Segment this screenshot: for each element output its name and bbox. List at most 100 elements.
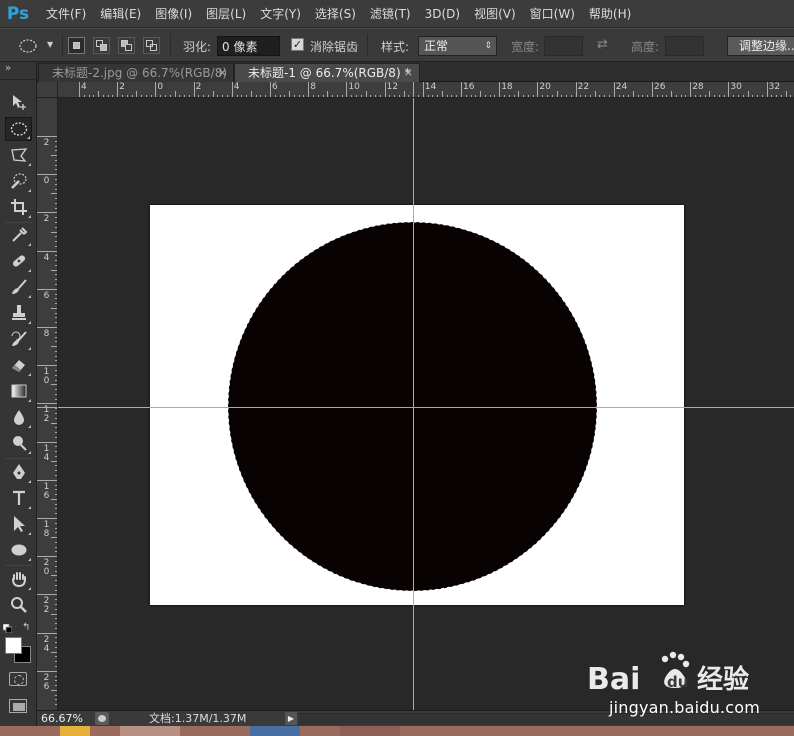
brush-tool[interactable] bbox=[5, 275, 32, 299]
menu-window[interactable]: 窗口(W) bbox=[523, 0, 582, 28]
horizontal-scrollbar[interactable] bbox=[299, 713, 794, 725]
menu-view[interactable]: 视图(V) bbox=[467, 0, 523, 28]
ruler-label: 12 bbox=[43, 405, 50, 425]
ruler-minor-tick bbox=[51, 651, 57, 653]
foreground-color-swatch[interactable] bbox=[5, 637, 22, 654]
menu-help[interactable]: 帮助(H) bbox=[582, 0, 638, 28]
path-selection-tool[interactable] bbox=[5, 512, 32, 536]
quick-mask-icon[interactable] bbox=[9, 672, 27, 686]
ruler-tick bbox=[37, 212, 57, 214]
style-select[interactable]: 正常 ⇕ bbox=[418, 36, 497, 56]
canvas-workspace[interactable] bbox=[58, 98, 794, 710]
tools-divider bbox=[5, 565, 32, 566]
taskbar-item[interactable] bbox=[340, 726, 400, 736]
options-bar: ▼ 羽化: ✓ 消除锯齿 样式: 正常 ⇕ 宽度: ⇄ 高度: 调整边缘... bbox=[0, 28, 794, 62]
zoom-tool[interactable] bbox=[5, 593, 32, 617]
swap-dimensions-icon[interactable]: ⇄ bbox=[597, 37, 608, 52]
options-divider bbox=[367, 34, 368, 56]
style-label: 样式: bbox=[381, 40, 410, 54]
screen-mode-icon[interactable] bbox=[9, 699, 27, 713]
close-icon[interactable]: × bbox=[218, 64, 227, 82]
ruler-minor-tick bbox=[98, 91, 100, 97]
ruler-tick bbox=[37, 441, 57, 443]
width-input[interactable] bbox=[544, 36, 583, 56]
ruler-tick bbox=[37, 174, 57, 176]
ruler-label: 12 bbox=[386, 82, 399, 92]
menu-file[interactable]: 文件(F) bbox=[36, 0, 93, 28]
clone-stamp-tool[interactable] bbox=[5, 301, 32, 325]
ruler-label: 16 bbox=[463, 82, 475, 92]
ruler-tick bbox=[690, 82, 692, 97]
antialias-checkbox[interactable]: ✓ bbox=[291, 38, 304, 51]
tool-flyout-indicator bbox=[28, 269, 31, 272]
height-input[interactable] bbox=[665, 36, 704, 56]
vertical-ruler[interactable]: 202468101214161820222426 bbox=[37, 98, 58, 710]
status-menu-arrow-icon[interactable]: ▶ bbox=[285, 712, 297, 725]
zoom-level-field[interactable]: 66.67% bbox=[41, 712, 89, 726]
ruler-label: 0 bbox=[43, 176, 50, 187]
healing-brush-tool[interactable] bbox=[5, 249, 32, 273]
ruler-minor-tick bbox=[51, 460, 57, 462]
ruler-minor-tick bbox=[289, 91, 291, 97]
lasso-tool[interactable] bbox=[5, 143, 32, 167]
ruler-tick bbox=[652, 82, 653, 97]
menu-3d[interactable]: 3D(D) bbox=[418, 0, 467, 28]
swap-colors-icon[interactable]: ↰ bbox=[22, 622, 30, 633]
menu-type[interactable]: 文字(Y) bbox=[253, 0, 308, 28]
tool-flyout-indicator bbox=[28, 189, 31, 192]
pen-tool[interactable] bbox=[5, 460, 32, 484]
subtract-from-selection-button[interactable] bbox=[118, 37, 135, 54]
vertical-guide[interactable] bbox=[413, 98, 414, 710]
crop-tool[interactable] bbox=[5, 195, 32, 219]
ruler-tick bbox=[499, 82, 501, 97]
taskbar-item[interactable] bbox=[120, 726, 180, 736]
height-label: 高度: bbox=[631, 40, 660, 54]
taskbar-item[interactable] bbox=[250, 726, 300, 736]
quick-selection-tool[interactable] bbox=[5, 169, 32, 193]
ruler-tick bbox=[37, 632, 57, 634]
dodge-tool[interactable] bbox=[5, 431, 32, 455]
elliptical-marquee-tool[interactable] bbox=[5, 117, 32, 141]
tab-untitled-2[interactable]: 未标题-2.jpg @ 66.7%(RGB/8) × bbox=[38, 63, 234, 82]
close-icon[interactable]: × bbox=[404, 64, 413, 82]
doc-info-icon[interactable] bbox=[95, 712, 109, 725]
horizontal-guide[interactable] bbox=[58, 407, 794, 408]
taskbar-item[interactable] bbox=[60, 726, 90, 736]
menu-image[interactable]: 图像(I) bbox=[148, 0, 199, 28]
menu-layer[interactable]: 图层(L) bbox=[199, 0, 253, 28]
move-tool[interactable] bbox=[5, 90, 32, 114]
feather-label: 羽化: bbox=[183, 40, 212, 54]
ruler-minor-tick bbox=[556, 91, 558, 97]
menu-edit[interactable]: 编辑(E) bbox=[93, 0, 148, 28]
hand-tool[interactable] bbox=[5, 567, 32, 591]
tool-flyout-indicator bbox=[28, 163, 31, 166]
horizontal-ruler[interactable]: 4 2 0 2 4 6 8 10 12 14 16 18 20 22 24 26 28 30 32 bbox=[58, 82, 794, 98]
add-to-selection-button[interactable] bbox=[93, 37, 110, 54]
blur-tool[interactable] bbox=[5, 405, 32, 429]
intersect-selection-button[interactable] bbox=[143, 37, 160, 54]
feather-input[interactable] bbox=[217, 36, 280, 56]
new-selection-button[interactable] bbox=[68, 37, 85, 54]
ruler-tick bbox=[766, 82, 768, 97]
menu-filter[interactable]: 滤镜(T) bbox=[363, 0, 418, 28]
ruler-minor-tick bbox=[51, 231, 57, 233]
antialias-label: 消除锯齿 bbox=[310, 40, 359, 54]
type-tool[interactable] bbox=[5, 486, 32, 510]
refine-edge-button[interactable]: 调整边缘... bbox=[727, 36, 794, 56]
os-taskbar bbox=[0, 726, 794, 736]
eraser-tool[interactable] bbox=[5, 353, 32, 377]
ruler-origin[interactable] bbox=[37, 82, 58, 98]
ellipse-shape-tool[interactable] bbox=[5, 538, 32, 562]
blur-icon bbox=[13, 410, 24, 425]
history-brush-tool[interactable] bbox=[5, 327, 32, 351]
gradient-tool[interactable] bbox=[5, 379, 32, 403]
ruler-minor-tick bbox=[709, 91, 711, 97]
tools-panel-header: » bbox=[0, 62, 37, 80]
eyedropper-tool[interactable] bbox=[5, 223, 32, 247]
collapse-panel-icon[interactable]: » bbox=[5, 63, 11, 74]
tool-preset-picker[interactable]: ▼ bbox=[18, 37, 56, 55]
menu-select[interactable]: 选择(S) bbox=[308, 0, 363, 28]
default-colors-icon[interactable] bbox=[3, 624, 12, 633]
tab-untitled-1[interactable]: 未标题-1 @ 66.7%(RGB/8) * × bbox=[234, 63, 420, 82]
document-canvas[interactable] bbox=[150, 205, 684, 605]
